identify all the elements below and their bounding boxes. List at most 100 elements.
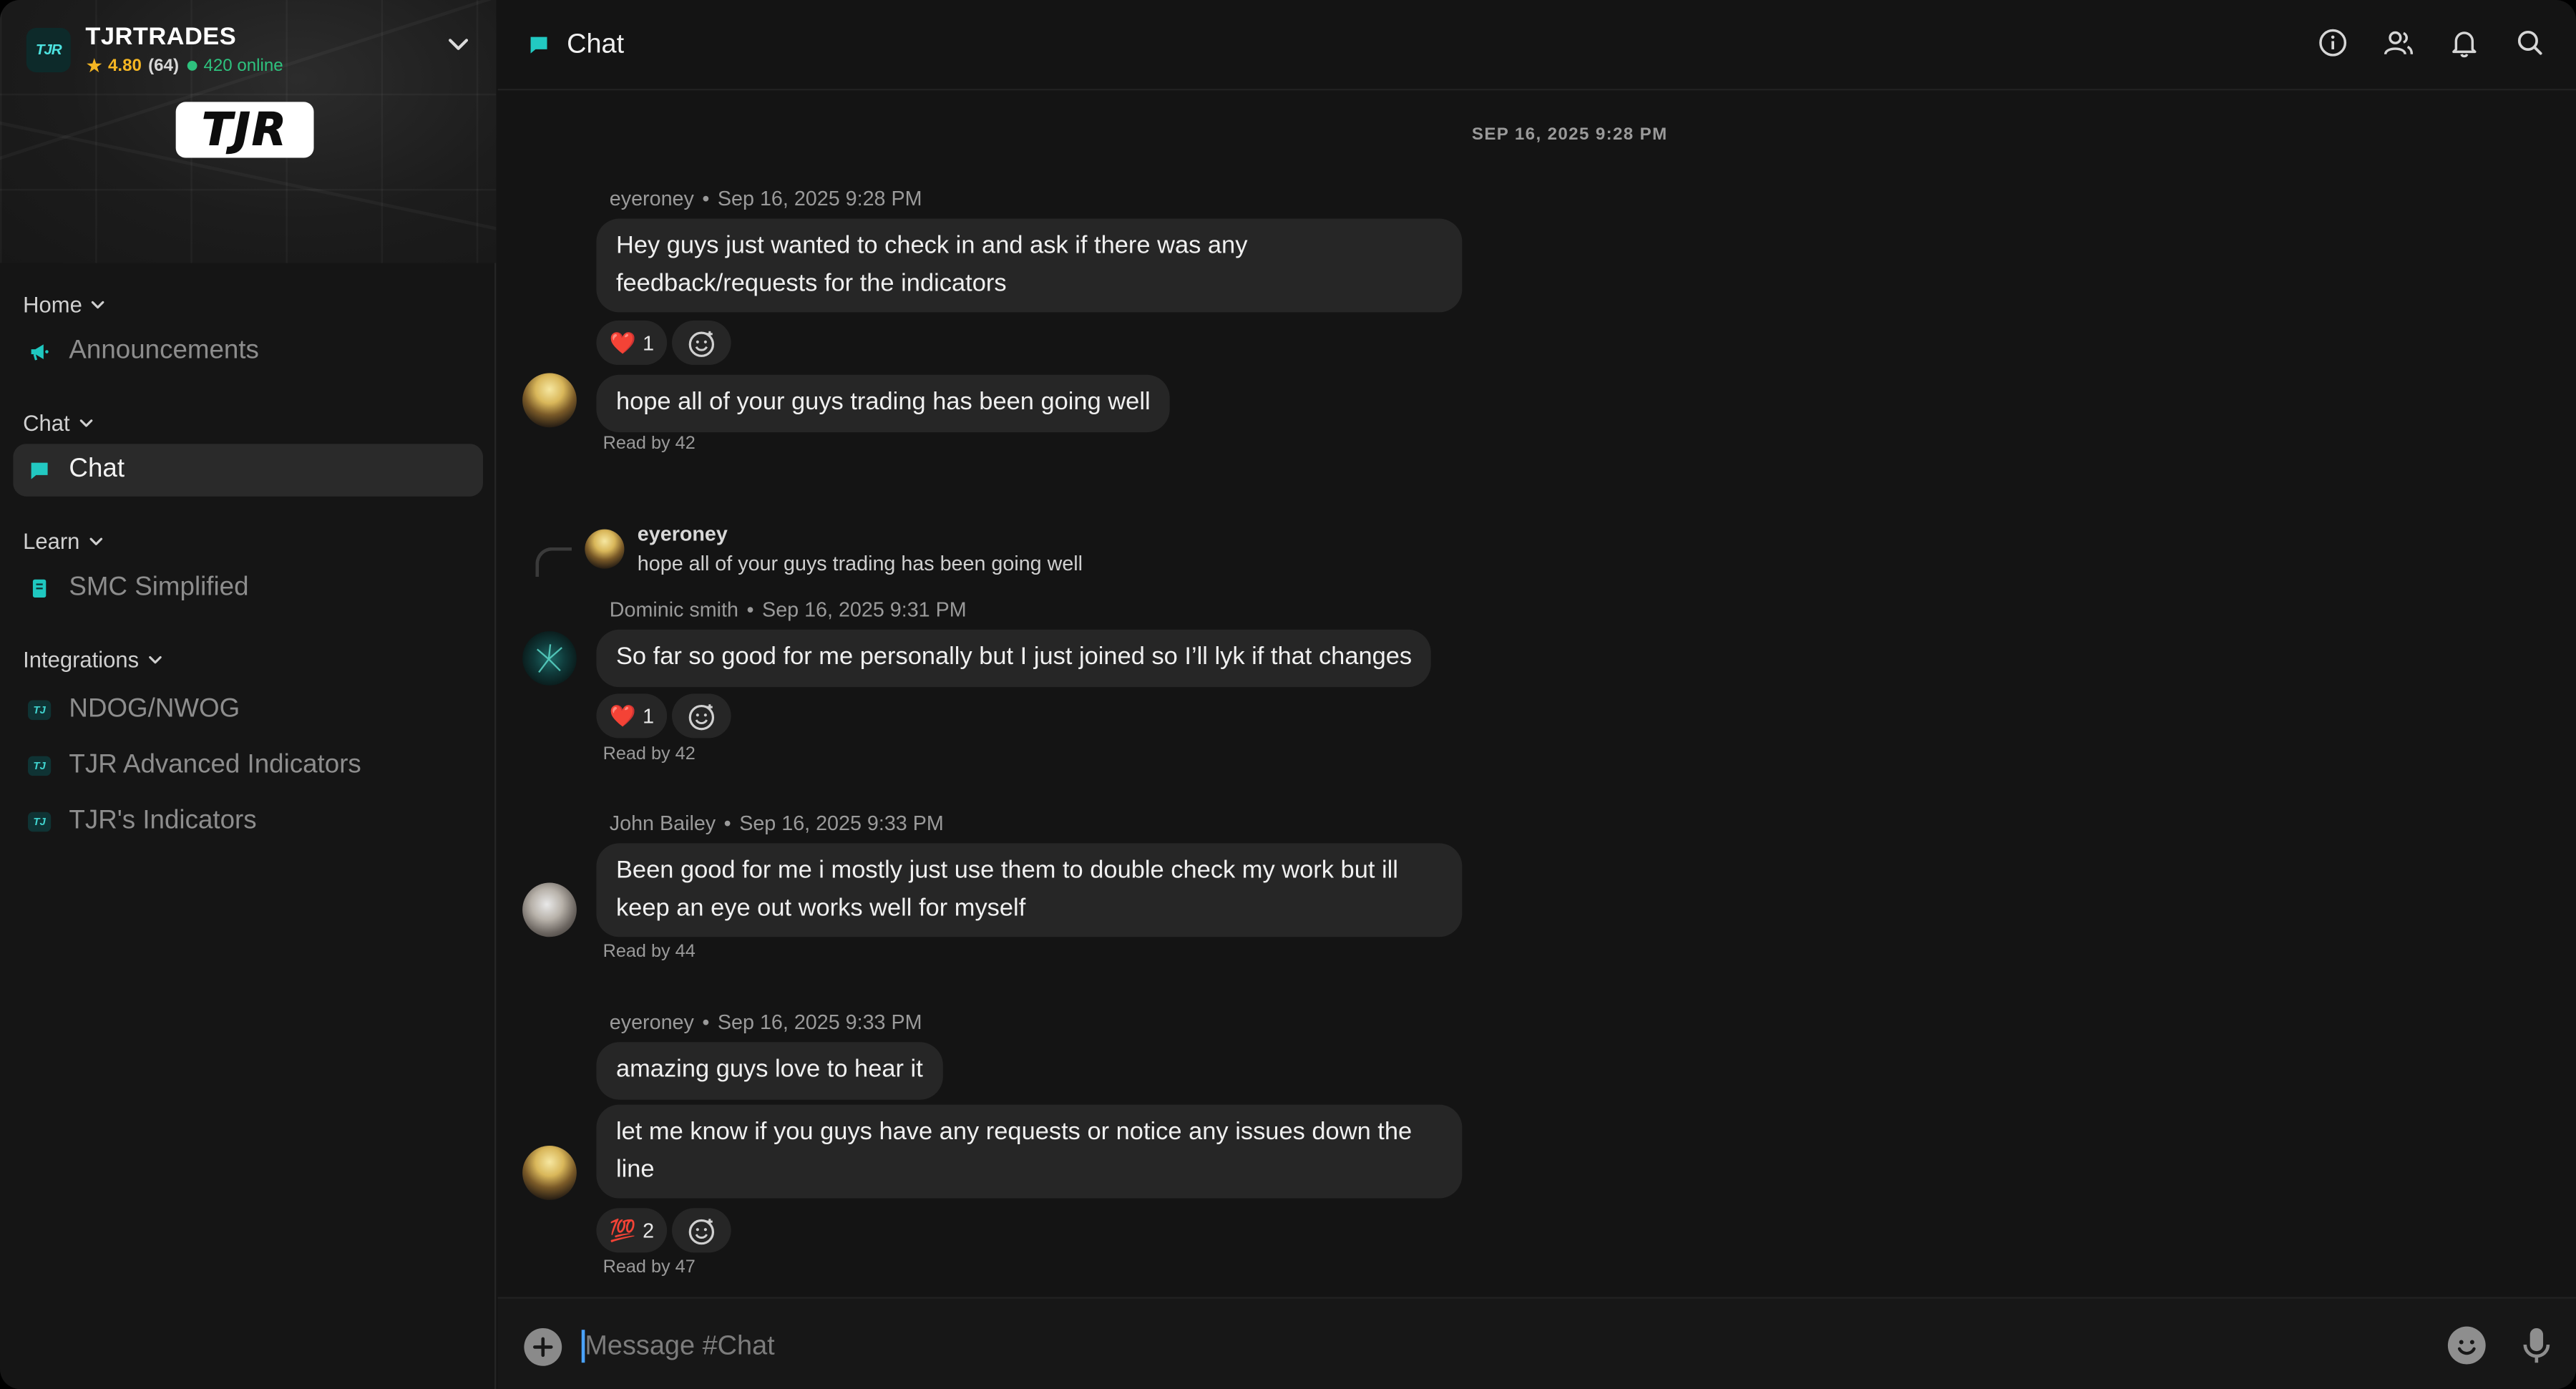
avatar[interactable] [522, 373, 577, 428]
message-bubble[interactable]: amazing guys love to hear it [596, 1042, 943, 1100]
message-meta: eyeroney • Sep 16, 2025 9:28 PM [609, 187, 922, 211]
message-list: SEP 16, 2025 9:28 PM eyeroney • Sep 16, 20… [498, 92, 2576, 1297]
book-icon [26, 575, 53, 602]
message-text: Been good for me i mostly just use them … [615, 856, 1398, 922]
section-integrations[interactable]: Integrations [0, 638, 496, 681]
server-icon: TJR [26, 26, 71, 72]
message-input[interactable] [585, 1321, 2425, 1371]
sidebar-item-label: Announcements [69, 336, 259, 365]
reaction-heart[interactable]: ❤️ 1 [596, 693, 668, 739]
reply-connector [535, 547, 572, 577]
server-banner: TJR TJRTRADES ★ 4.80 (64) 420 online TJR [0, 0, 497, 263]
read-receipt[interactable]: Read by 44 [603, 942, 696, 962]
message-meta: John Bailey • Sep 16, 2025 9:33 PM [609, 812, 944, 835]
channel-title: Chat [567, 29, 625, 59]
online-count: 420 online [203, 54, 283, 75]
sidebar-item-smc-simplified[interactable]: SMC Simplified [13, 562, 483, 615]
chevron-down-icon [89, 537, 102, 545]
heart-emoji-icon: ❤️ [609, 702, 636, 728]
reaction-heart[interactable]: ❤️ 1 [596, 320, 668, 365]
tjr-logo: TJR [175, 102, 314, 158]
reaction-100[interactable]: 💯 2 [596, 1208, 668, 1253]
app-window: TJR TJRTRADES ★ 4.80 (64) 420 online TJR [0, 0, 2576, 1389]
message-time: Sep 16, 2025 9:33 PM [717, 1010, 922, 1034]
tjr-app-icon: TJ [28, 812, 52, 832]
star-icon: ★ [85, 53, 104, 77]
server-header[interactable]: TJR TJRTRADES ★ 4.80 (64) 420 online [26, 16, 480, 82]
message-meta: Dominic smith • Sep 16, 2025 9:31 PM [609, 598, 967, 622]
channel-header: Chat [497, 0, 2576, 91]
message-meta: eyeroney • Sep 16, 2025 9:33 PM [609, 1010, 922, 1034]
read-receipt[interactable]: Read by 47 [603, 1257, 696, 1277]
section-chat[interactable]: Chat [0, 401, 496, 444]
sidebar-item-tjr-advanced-indicators[interactable]: TJ TJR Advanced Indicators [13, 740, 483, 793]
avatar[interactable] [522, 882, 577, 937]
message-bubble[interactable]: So far so good for me personally but I j… [596, 629, 1432, 688]
sidebar-item-label: Chat [69, 455, 125, 484]
plus-icon [533, 1337, 553, 1358]
chevron-down-icon [79, 419, 92, 427]
add-reaction-icon [688, 1218, 715, 1244]
online-dot-icon [187, 59, 197, 70]
add-reaction-button[interactable] [672, 1208, 731, 1253]
read-receipt[interactable]: Read by 42 [603, 745, 696, 765]
server-review-count: (64) [148, 54, 180, 75]
bell-icon[interactable] [2448, 26, 2481, 59]
chat-bubble-icon [26, 457, 53, 484]
add-reaction-button[interactable] [672, 693, 731, 739]
message-time: Sep 16, 2025 9:33 PM [739, 812, 944, 835]
add-reaction-icon [688, 703, 715, 730]
sidebar-item-label: TJR Advanced Indicators [69, 751, 361, 779]
info-icon[interactable] [2316, 26, 2349, 59]
sidebar-item-label: TJR's Indicators [69, 806, 257, 835]
sidebar-item-chat[interactable]: Chat [13, 444, 483, 497]
read-receipt[interactable]: Read by 42 [603, 434, 696, 454]
chevron-down-icon[interactable] [447, 33, 469, 56]
message-time: Sep 16, 2025 9:31 PM [762, 598, 967, 622]
reaction-row: ❤️ 1 [596, 320, 731, 365]
section-home[interactable]: Home [0, 283, 496, 326]
chevron-down-icon [91, 300, 104, 308]
sidebar-item-label: SMC Simplified [69, 573, 249, 602]
message-time: Sep 16, 2025 9:28 PM [717, 187, 922, 211]
message-author[interactable]: Dominic smith [610, 598, 738, 621]
message-text: amazing guys love to hear it [615, 1056, 923, 1084]
sidebar: TJR TJRTRADES ★ 4.80 (64) 420 online TJR [0, 0, 497, 1389]
message-author[interactable]: John Bailey [610, 812, 716, 835]
heart-emoji-icon: ❤️ [609, 329, 636, 355]
message-composer [497, 1297, 2576, 1389]
date-separator: SEP 16, 2025 9:28 PM [1471, 125, 1668, 145]
tjr-app-icon: TJ [28, 700, 52, 721]
section-learn[interactable]: Learn [0, 520, 496, 562]
message-bubble[interactable]: Hey guys just wanted to check in and ask… [596, 218, 1463, 313]
message-bubble[interactable]: let me know if you guys have any request… [596, 1104, 1463, 1199]
avatar[interactable] [522, 1146, 577, 1200]
add-attachment-button[interactable] [524, 1327, 562, 1366]
sidebar-item-label: NDOG/NWOG [69, 695, 240, 723]
members-icon[interactable] [2382, 26, 2415, 59]
sidebar-item-announcements[interactable]: Announcements [13, 326, 483, 379]
message-author[interactable]: eyeroney [610, 1011, 694, 1034]
emoji-picker-button[interactable] [2447, 1326, 2486, 1365]
smiley-icon [2457, 1340, 2476, 1355]
reaction-row: ❤️ 1 [596, 693, 731, 739]
text-caret [581, 1330, 585, 1363]
tjr-app-icon: TJ [28, 756, 52, 776]
reply-author[interactable]: eyeroney [638, 522, 728, 545]
reply-avatar [585, 529, 625, 569]
message-bubble[interactable]: hope all of your guys trading has been g… [596, 374, 1171, 433]
search-icon[interactable] [2514, 26, 2547, 59]
message-text: hope all of your guys trading has been g… [615, 388, 1151, 416]
add-reaction-icon [688, 330, 715, 356]
sidebar-item-ndog-nwog[interactable]: TJ NDOG/NWOG [13, 684, 483, 737]
avatar[interactable] [522, 631, 577, 686]
reply-preview[interactable]: hope all of your guys trading has been g… [638, 552, 1083, 575]
add-reaction-button[interactable] [672, 320, 731, 365]
message-author[interactable]: eyeroney [610, 187, 694, 210]
chat-bubble-icon [530, 36, 547, 54]
microphone-icon[interactable] [2522, 1327, 2551, 1366]
message-bubble[interactable]: Been good for me i mostly just use them … [596, 843, 1463, 937]
server-name: TJRTRADES [85, 22, 237, 51]
sidebar-item-tjrs-indicators[interactable]: TJ TJR's Indicators [13, 796, 483, 849]
chevron-down-icon [148, 655, 161, 663]
